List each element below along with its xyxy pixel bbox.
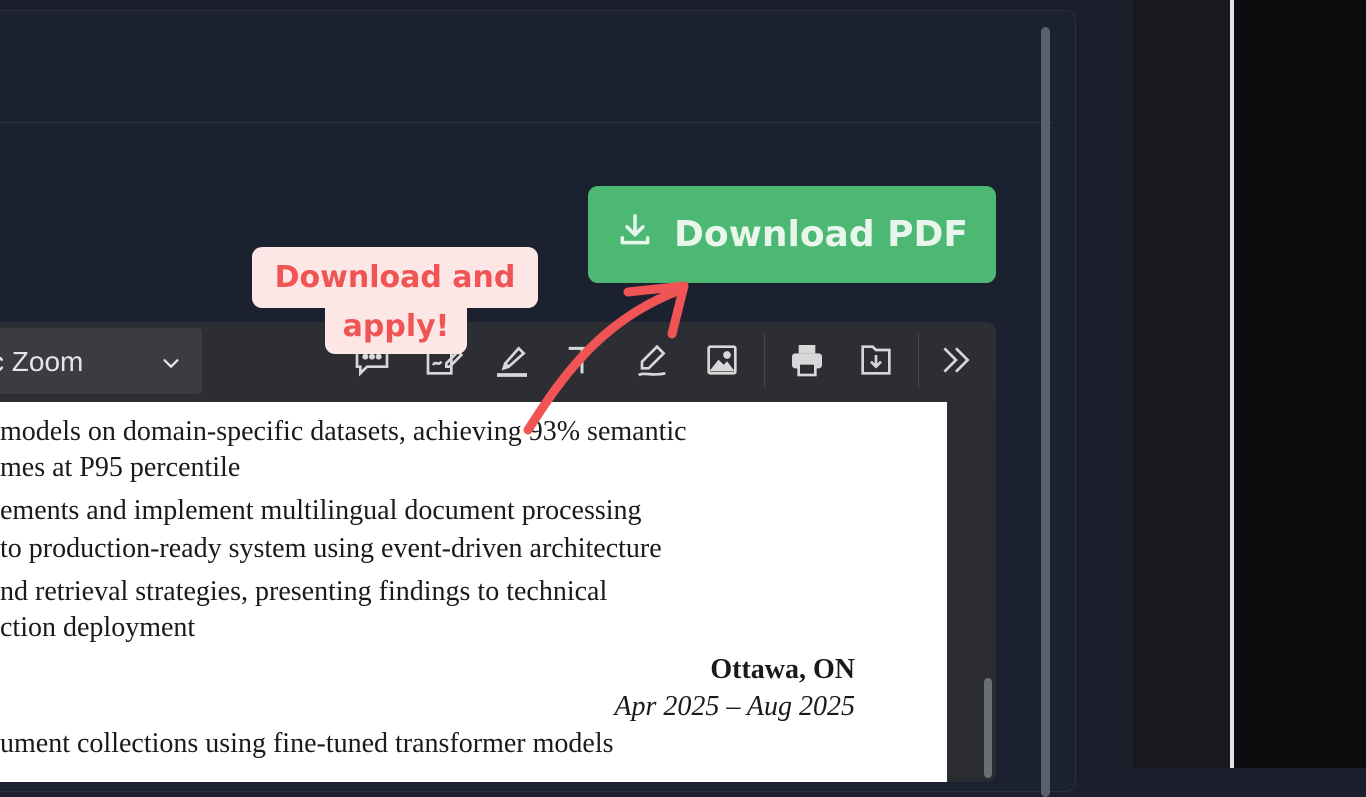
pdf-scrollbar-thumb[interactable] — [984, 678, 992, 778]
doc-line: mes at P95 percentile — [0, 452, 241, 483]
save-icon — [861, 345, 891, 375]
highlight-button[interactable] — [492, 340, 532, 380]
job-location: Ottawa, ON — [710, 654, 855, 685]
download-pdf-button[interactable]: Download PDF — [588, 186, 996, 283]
draw-button[interactable] — [632, 340, 672, 380]
pdf-toolbar: c Zoom — [0, 322, 996, 402]
more-icon — [943, 347, 970, 373]
doc-line: models on domain-specific datasets, achi… — [0, 416, 687, 447]
panel-divider — [0, 122, 1053, 123]
save-button[interactable] — [856, 340, 896, 380]
print-button[interactable] — [787, 340, 827, 380]
draw-icon — [638, 344, 666, 377]
chevron-down-icon — [163, 359, 179, 368]
image-icon — [707, 345, 737, 375]
print-icon — [792, 345, 822, 377]
zoom-select[interactable]: c Zoom — [0, 328, 202, 394]
pdf-viewer: c Zoom models — [0, 322, 996, 782]
doc-line: ements and implement multilingual docume… — [0, 495, 642, 526]
zoom-value: c Zoom — [0, 346, 84, 377]
image-button[interactable] — [702, 340, 742, 380]
doc-line: to production-ready system using event-d… — [0, 533, 662, 564]
callout-line2: apply! — [342, 309, 450, 344]
text-icon — [568, 346, 596, 374]
doc-line: ument collections using fine-tuned trans… — [0, 728, 614, 759]
doc-line: nd retrieval strategies, presenting find… — [0, 576, 608, 607]
toolbar-separator — [918, 334, 919, 388]
callout-label-2: apply! — [325, 299, 467, 354]
more-tools-button[interactable] — [936, 340, 976, 380]
toolbar-separator — [764, 334, 765, 388]
download-icon — [616, 211, 654, 258]
highlight-icon — [497, 346, 527, 377]
background-far-right — [1234, 0, 1366, 768]
doc-line: ction deployment — [0, 612, 196, 643]
panel-scrollbar[interactable] — [1041, 27, 1050, 797]
download-pdf-label: Download PDF — [673, 214, 969, 255]
text-button[interactable] — [562, 340, 602, 380]
callout-line1: Download and — [274, 260, 516, 295]
job-dates: Apr 2025 – Aug 2025 — [614, 691, 855, 722]
pdf-page: models on domain-specific datasets, achi… — [0, 402, 947, 782]
